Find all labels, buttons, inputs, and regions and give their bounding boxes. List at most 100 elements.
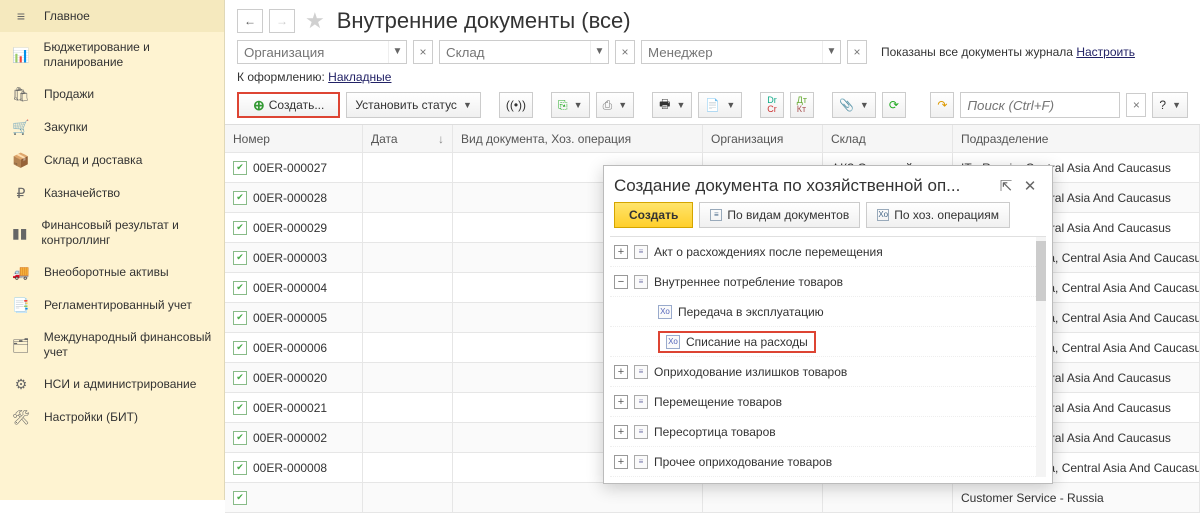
sklad-filter[interactable]: ▼ [439,40,609,64]
col-sub[interactable]: Подразделение [953,125,1200,153]
popup-byop-button[interactable]: XoПо хоз. операциям [866,202,1010,228]
expand-icon[interactable]: + [614,245,628,259]
nav-item-purchase[interactable]: 🛒Закупки [0,111,224,144]
sklad-clear[interactable]: × [615,40,635,64]
ledger-icon: 📑 [12,297,30,314]
col-org[interactable]: Организация [703,125,823,153]
plus-icon: ⊕ [253,97,265,114]
page-title: Внутренние документы (все) [337,8,631,34]
refresh-button[interactable]: ⟳ [882,92,906,118]
report-button[interactable]: 📄▼ [698,92,742,118]
chevron-down-icon[interactable]: ▼ [388,41,406,63]
box-icon: 📦 [12,152,30,169]
create-document-popup: Создание документа по хозяйственной оп..… [603,165,1053,484]
search-box[interactable] [960,92,1120,118]
popup-bydoc-button[interactable]: ≡По видам документов [699,202,860,228]
nav-item-bit[interactable]: 🛠Настройки (БИТ) [0,401,224,434]
set-status-button[interactable]: Установить статус▼ [346,92,481,118]
configure-link[interactable]: Настроить [1076,45,1135,59]
chevron-down-icon[interactable]: ▼ [822,41,840,63]
chevron-down-icon[interactable]: ▼ [590,41,608,63]
tools-icon: 🛠 [12,409,30,426]
nav-label: Закупки [44,120,88,135]
popup-create-button[interactable]: Создать [614,202,693,228]
manager-filter[interactable]: ▼ [641,40,841,64]
expand-icon[interactable]: + [614,395,628,409]
forward-button[interactable]: → [269,9,295,33]
tree-node[interactable]: +≡Оприходование излишков товаров [610,357,1046,387]
nav-item-admin[interactable]: ⚙НСИ и администрирование [0,368,224,401]
close-icon[interactable]: ✕ [1018,177,1042,195]
expand-icon[interactable]: + [614,455,628,469]
drcr2-button[interactable]: ДтКт [790,92,814,118]
print-button[interactable]: 🖶▼ [652,92,692,118]
tree-label: Прочее оприходование товаров [654,455,832,469]
doc-status-icon: ✔ [233,371,247,385]
pending-link[interactable]: Накладные [328,70,391,84]
tree-node[interactable]: +≡Пересортица товаров [610,417,1046,447]
col-sklad[interactable]: Склад [823,125,953,153]
search-clear[interactable]: × [1126,93,1146,117]
nav-item-warehouse[interactable]: 📦Склад и доставка [0,144,224,177]
tree-label: Передача в эксплуатацию [678,305,824,319]
paste-button[interactable]: ⎙▼ [596,92,635,118]
expand-icon[interactable]: + [614,365,628,379]
tree-node[interactable]: +≡Прочее оприходование товаров [610,447,1046,477]
drcr-button[interactable]: DrCr [760,92,784,118]
nav-item-assets[interactable]: 🚚Внеоборотные активы [0,256,224,289]
attach-button[interactable]: 📎▼ [832,92,876,118]
cell-number: 00ER-000028 [253,191,327,205]
sort-asc-icon: ↓ [438,132,444,146]
org-filter[interactable]: ▼ [237,40,407,64]
copy-button[interactable]: ⎘▼ [551,92,590,118]
sklad-input[interactable] [440,41,590,63]
nav-label: НСИ и администрирование [44,377,196,392]
tree-node[interactable]: +≡Перемещение товаров [610,387,1046,417]
truck-icon: 🚚 [12,264,30,281]
org-input[interactable] [238,41,388,63]
search-input[interactable] [961,93,1119,117]
nav-item-reglament[interactable]: 📑Регламентированный учет [0,289,224,322]
cell-number: 00ER-000027 [253,161,327,175]
cell-date [363,303,453,333]
nav-item-main[interactable]: ≡Главное [0,0,224,32]
doc-status-icon: ✔ [233,401,247,415]
nav-item-sales[interactable]: 🛍Продажи [0,78,224,111]
table-row[interactable]: ✔Customer Service - Russia [225,483,1200,513]
scrollbar[interactable] [1036,237,1046,477]
manager-clear[interactable]: × [847,40,867,64]
tree-node[interactable]: +≡Акт о расхождениях после перемещения [610,237,1046,267]
cell-number: 00ER-000003 [253,251,327,265]
expand-icon[interactable]: + [614,425,628,439]
document-icon: ≡ [634,425,648,439]
nav-item-treasury[interactable]: ₽Казначейство [0,177,224,210]
col-number[interactable]: Номер [225,125,363,153]
detach-icon[interactable]: ⇱ [994,177,1018,195]
org-clear[interactable]: × [413,40,433,64]
transmit-button[interactable]: ((•)) [499,92,533,118]
nav-item-budget[interactable]: 📊Бюджетирование и планирование [0,32,224,78]
doc-status-icon: ✔ [233,221,247,235]
document-icon: ≡ [634,395,648,409]
back-button[interactable]: ← [237,9,263,33]
cell-number: 00ER-000029 [253,221,327,235]
tree-node[interactable]: −≡Внутреннее потребление товаров [610,267,1046,297]
more-button[interactable]: ?▼ [1152,92,1188,118]
nav-item-intl[interactable]: 🗂Международный финансовый учет [0,322,224,368]
col-doctype[interactable]: Вид документа, Хоз. операция [453,125,703,153]
tree-label: Списание на расходы [686,335,808,349]
cell-date [363,273,453,303]
tree-node[interactable]: XoПередача в эксплуатацию [610,297,1046,327]
filter-hint: Показаны все документы журнала Настроить [881,45,1135,59]
manager-input[interactable] [642,41,822,63]
star-icon[interactable]: ★ [305,8,325,34]
export-button[interactable]: ↷ [930,92,954,118]
col-date[interactable]: Дата↓ [363,125,453,153]
nav-item-finresult[interactable]: ▮▮Финансовый результат и контроллинг [0,210,224,256]
create-button[interactable]: ⊕Создать... [237,92,340,118]
nav-label: Бюджетирование и планирование [43,40,212,70]
tree-node[interactable]: XoСписание на расходы [610,327,1046,357]
expand-icon[interactable]: − [614,275,628,289]
cell-date [363,393,453,423]
menu-icon: ≡ [12,8,30,24]
